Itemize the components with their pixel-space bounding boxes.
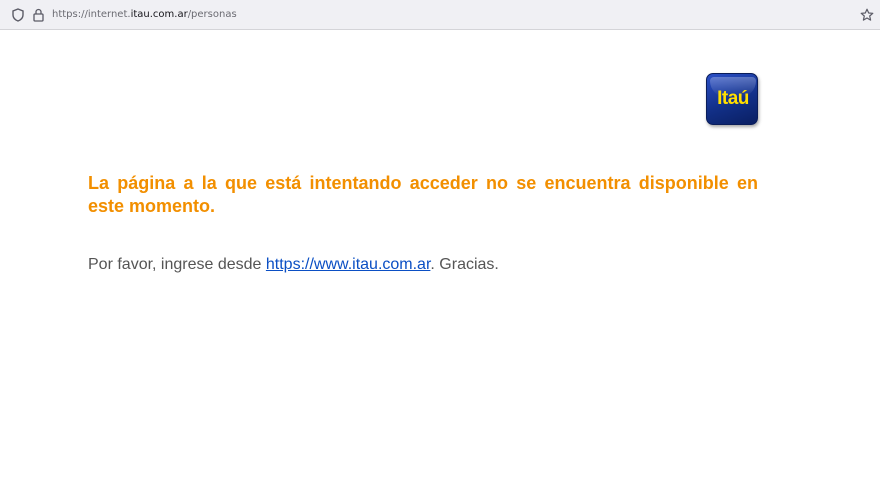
url-prefix: https://internet. xyxy=(52,9,131,20)
lock-icon[interactable] xyxy=(33,8,44,22)
instruction-before: Por favor, ingrese desde xyxy=(88,256,266,273)
url-domain: itau.com.ar xyxy=(130,9,188,20)
url-path: /personas xyxy=(187,9,237,20)
itau-home-link[interactable]: https://www.itau.com.ar xyxy=(266,256,431,273)
itau-logo: Itaú xyxy=(706,73,758,125)
instruction-text: Por favor, ingrese desde https://www.ita… xyxy=(88,255,758,275)
logo-text: Itaú xyxy=(717,88,749,109)
star-icon[interactable] xyxy=(860,8,874,22)
shield-icon[interactable] xyxy=(12,8,24,22)
instruction-after: . Gracias. xyxy=(430,256,499,273)
browser-address-bar[interactable]: https://internet.itau.com.ar/personas xyxy=(0,0,880,30)
error-message: La página a la que está intentando acced… xyxy=(88,173,758,216)
url-field[interactable]: https://internet.itau.com.ar/personas xyxy=(52,9,237,21)
